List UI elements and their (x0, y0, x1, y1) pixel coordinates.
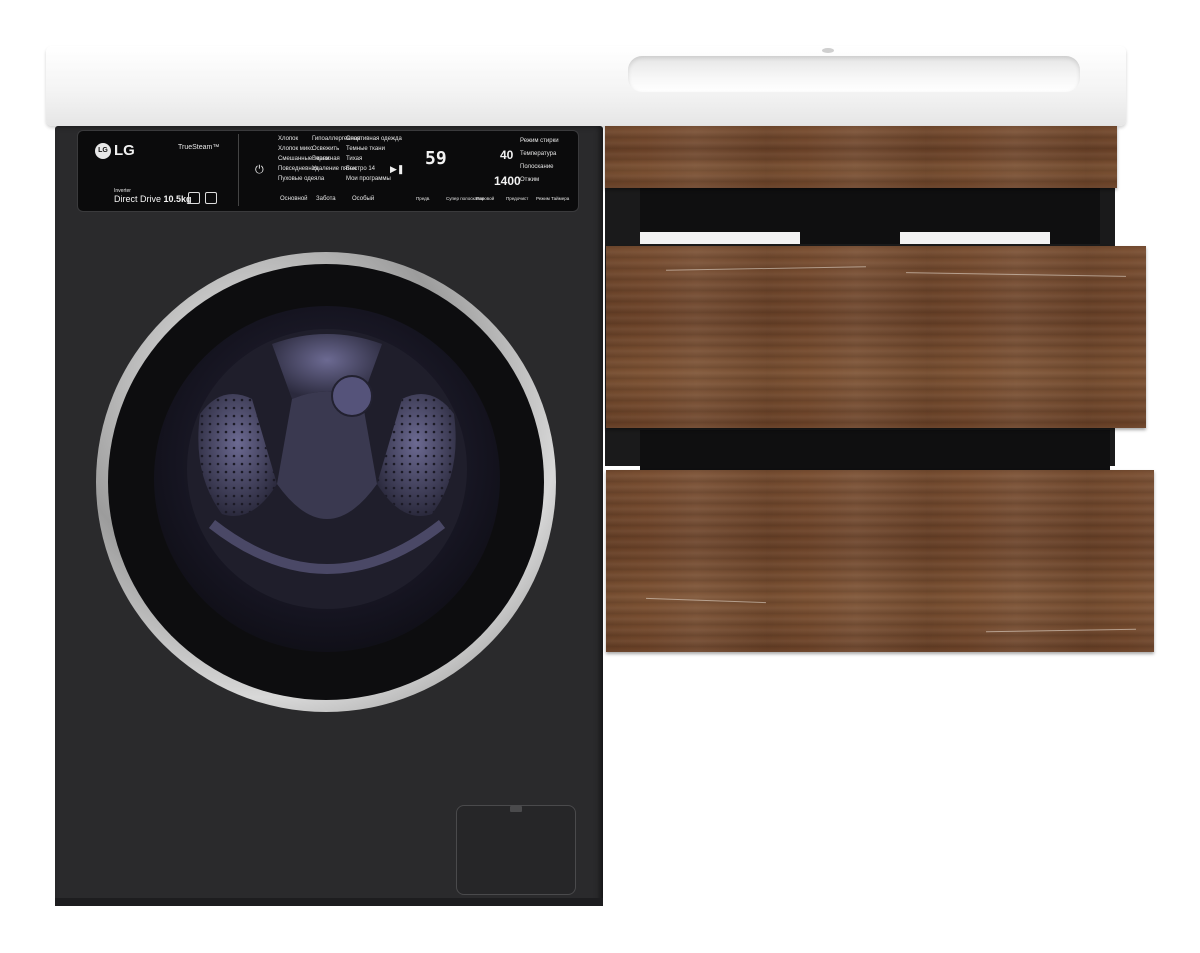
program-item[interactable]: Тихая (346, 156, 362, 162)
truesteam-badge: TrueSteam™ (178, 144, 220, 151)
start-pause-icon[interactable]: ▶❚ (390, 164, 404, 175)
drawer-rail (640, 232, 800, 244)
setting-button[interactable]: Режим стирки (520, 138, 559, 144)
motor-label: Direct Drive 10.5kg (114, 194, 192, 204)
power-button-icon[interactable]: ⏻ (255, 164, 264, 177)
motor-text: Direct Drive (114, 194, 162, 204)
top-drawer-front[interactable] (605, 126, 1117, 188)
drawer-rail (900, 232, 1050, 244)
temperature-display: 40 (500, 148, 514, 162)
option-button[interactable]: Режим Таймера (536, 196, 569, 201)
drawer-bottom[interactable] (606, 470, 1154, 652)
program-item[interactable]: Освежить (312, 146, 339, 152)
drawer-middle[interactable] (606, 246, 1146, 428)
drawer-cavity (640, 430, 1110, 470)
program-item[interactable]: Хлопок (278, 136, 298, 142)
brand-label: LG (114, 142, 135, 159)
spin-display: 1400 (494, 174, 521, 188)
faucet-hole (822, 48, 834, 53)
panel-divider (238, 134, 239, 206)
program-item[interactable]: Спортивная одежда (346, 136, 402, 142)
program-item[interactable]: Пуховые одеяла (278, 176, 324, 182)
program-item[interactable]: Хлопок микс (278, 146, 313, 152)
filter-access-door[interactable] (456, 805, 576, 895)
setting-button[interactable]: Температура (520, 151, 556, 157)
setting-button[interactable]: Отжим (520, 177, 539, 183)
program-group-label: Основной (280, 196, 308, 202)
time-display: 59 (425, 148, 447, 169)
spec-icon (205, 192, 217, 204)
drum-icon (187, 329, 467, 609)
program-item[interactable]: Мои программы (346, 176, 391, 182)
filter-latch[interactable] (510, 806, 522, 812)
option-button[interactable]: Паровой (476, 196, 494, 201)
program-item[interactable]: Бережная (312, 156, 340, 162)
washer-base (55, 898, 603, 906)
sink-basin (628, 56, 1080, 92)
option-button[interactable]: Предочист (506, 196, 528, 201)
setting-button[interactable]: Полоскание (520, 164, 554, 170)
spec-icon (188, 192, 200, 204)
program-group-label: Забота (316, 196, 336, 202)
option-button[interactable]: Предв. (416, 196, 430, 201)
program-group-label: Особый (352, 196, 375, 202)
program-item[interactable]: Быстро 14 (346, 166, 375, 172)
lg-logo-icon: LG (95, 143, 111, 159)
program-item[interactable]: Темные ткани (346, 146, 385, 152)
